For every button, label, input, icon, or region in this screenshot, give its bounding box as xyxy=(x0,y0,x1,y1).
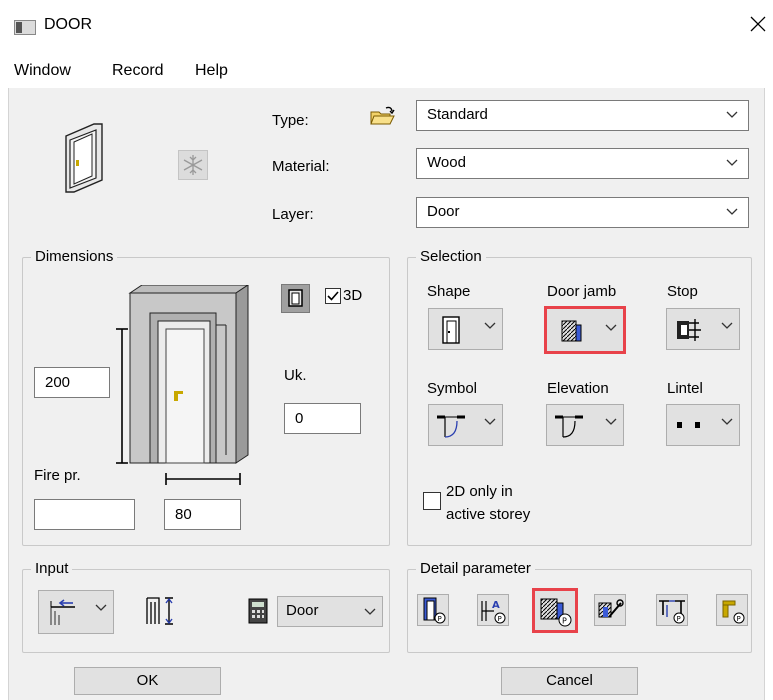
chevron-down-icon xyxy=(721,418,733,425)
lintel-dropdown[interactable] xyxy=(666,404,740,446)
fire-label: Fire pr. xyxy=(34,467,81,484)
chevron-down-icon xyxy=(484,418,496,425)
cancel-button[interactable]: Cancel xyxy=(501,667,638,695)
2d-only-checkbox[interactable] xyxy=(423,492,441,510)
2d-only-label-line1: 2D only in xyxy=(446,483,513,500)
elevation-label: Elevation xyxy=(547,380,609,397)
symbol-dropdown[interactable] xyxy=(428,404,503,446)
threed-label: 3D xyxy=(343,287,363,304)
menu-record[interactable]: Record xyxy=(112,62,164,80)
uk-label: Uk. xyxy=(284,367,307,384)
material-label: Material: xyxy=(272,158,330,175)
chevron-down-icon xyxy=(484,322,496,329)
stop-label: Stop xyxy=(667,283,698,300)
svg-text:P: P xyxy=(737,615,741,623)
detail-parameter-title: Detail parameter xyxy=(416,560,535,578)
svg-text:P: P xyxy=(438,615,442,623)
title-bar: DOOR xyxy=(0,0,773,56)
elevation-icon xyxy=(555,415,583,438)
freeze-icon[interactable] xyxy=(178,150,208,180)
lintel-label: Lintel xyxy=(667,380,703,397)
door-symbol-icon xyxy=(437,415,465,438)
stop-icon xyxy=(677,319,701,341)
threshold-param-icon: P xyxy=(659,600,685,624)
height-value: 200 xyxy=(45,374,71,391)
shape-label: Shape xyxy=(427,283,471,300)
door-leaf-param-button[interactable]: P xyxy=(417,594,449,626)
chevron-down-icon xyxy=(605,324,617,331)
uk-value: 0 xyxy=(295,410,304,427)
svg-text:A: A xyxy=(492,600,500,611)
door-dimension-diagram xyxy=(108,284,278,490)
chevron-down-icon xyxy=(95,604,107,611)
label-param-icon: AP xyxy=(481,600,506,624)
door-jamb-icon xyxy=(561,320,582,342)
shape-dropdown[interactable] xyxy=(428,308,503,350)
2d-only-label-line2: active storey xyxy=(446,506,531,523)
input-mode-dropdown[interactable] xyxy=(38,590,114,634)
window-title: DOOR xyxy=(44,16,92,33)
chevron-down-icon xyxy=(726,208,738,215)
uk-input[interactable]: 0 xyxy=(284,403,361,434)
calculator-icon[interactable] xyxy=(247,598,269,624)
app-icon xyxy=(14,20,36,35)
threed-checkbox[interactable] xyxy=(325,288,341,304)
open-folder-icon[interactable] xyxy=(368,104,396,128)
insert-point-icon xyxy=(50,599,75,625)
layer-value: Door xyxy=(427,203,460,220)
type-value: Standard xyxy=(427,106,488,123)
menu-help[interactable]: Help xyxy=(195,62,228,80)
svg-text:P: P xyxy=(498,615,502,623)
layer-label: Layer: xyxy=(272,206,314,223)
type-select[interactable]: Standard xyxy=(416,100,749,131)
stop-dropdown[interactable] xyxy=(666,308,740,350)
width-value: 80 xyxy=(175,506,192,523)
type-label: Type: xyxy=(272,112,309,129)
dimensions-title: Dimensions xyxy=(31,248,118,266)
ok-button[interactable]: OK xyxy=(74,667,221,695)
chevron-down-icon xyxy=(726,159,738,166)
door-handle-icon: P xyxy=(722,600,745,624)
threshold-param-button[interactable]: P xyxy=(656,594,688,626)
dimension-measure-icon[interactable] xyxy=(143,594,179,628)
input-type-select[interactable]: Door xyxy=(277,596,383,627)
material-select[interactable]: Wood xyxy=(416,148,749,179)
fire-input[interactable] xyxy=(34,499,135,530)
chevron-down-icon xyxy=(726,111,738,118)
menu-bar: Window Record Help xyxy=(0,56,773,88)
wrench-icon xyxy=(598,599,624,618)
input-type-value: Door xyxy=(286,602,319,619)
svg-text:P: P xyxy=(677,615,681,623)
door-leaf-param-icon: P xyxy=(423,597,446,624)
label-param-button[interactable]: AP xyxy=(477,594,509,626)
width-input[interactable]: 80 xyxy=(164,499,241,530)
tools-param-button[interactable] xyxy=(594,594,626,626)
door-jamb-param-button[interactable]: P xyxy=(532,588,578,633)
selection-group: Selection xyxy=(407,248,752,546)
chevron-down-icon xyxy=(605,418,617,425)
menu-window[interactable]: Window xyxy=(14,62,71,80)
elevation-dropdown[interactable] xyxy=(546,404,624,446)
door-preview-icon xyxy=(62,122,112,194)
layer-select[interactable]: Door xyxy=(416,197,749,228)
jamb-label: Door jamb xyxy=(547,283,617,300)
handle-param-button[interactable]: P xyxy=(716,594,748,626)
lintel-icon xyxy=(677,422,700,428)
input-title: Input xyxy=(31,560,73,578)
svg-text:P: P xyxy=(562,617,567,626)
detail-parameter-group: Detail parameter xyxy=(407,560,752,653)
selection-title: Selection xyxy=(416,248,486,266)
door-jamb-dropdown[interactable] xyxy=(544,306,626,354)
height-input[interactable]: 200 xyxy=(34,367,110,398)
view-mode-icon[interactable] xyxy=(281,284,310,313)
door-jamb-param-icon: P xyxy=(540,598,572,627)
door-shape-icon xyxy=(442,316,460,344)
chevron-down-icon xyxy=(364,608,376,615)
symbol-label: Symbol xyxy=(427,380,478,397)
chevron-down-icon xyxy=(721,322,733,329)
close-icon[interactable] xyxy=(748,14,768,34)
material-value: Wood xyxy=(427,154,466,171)
